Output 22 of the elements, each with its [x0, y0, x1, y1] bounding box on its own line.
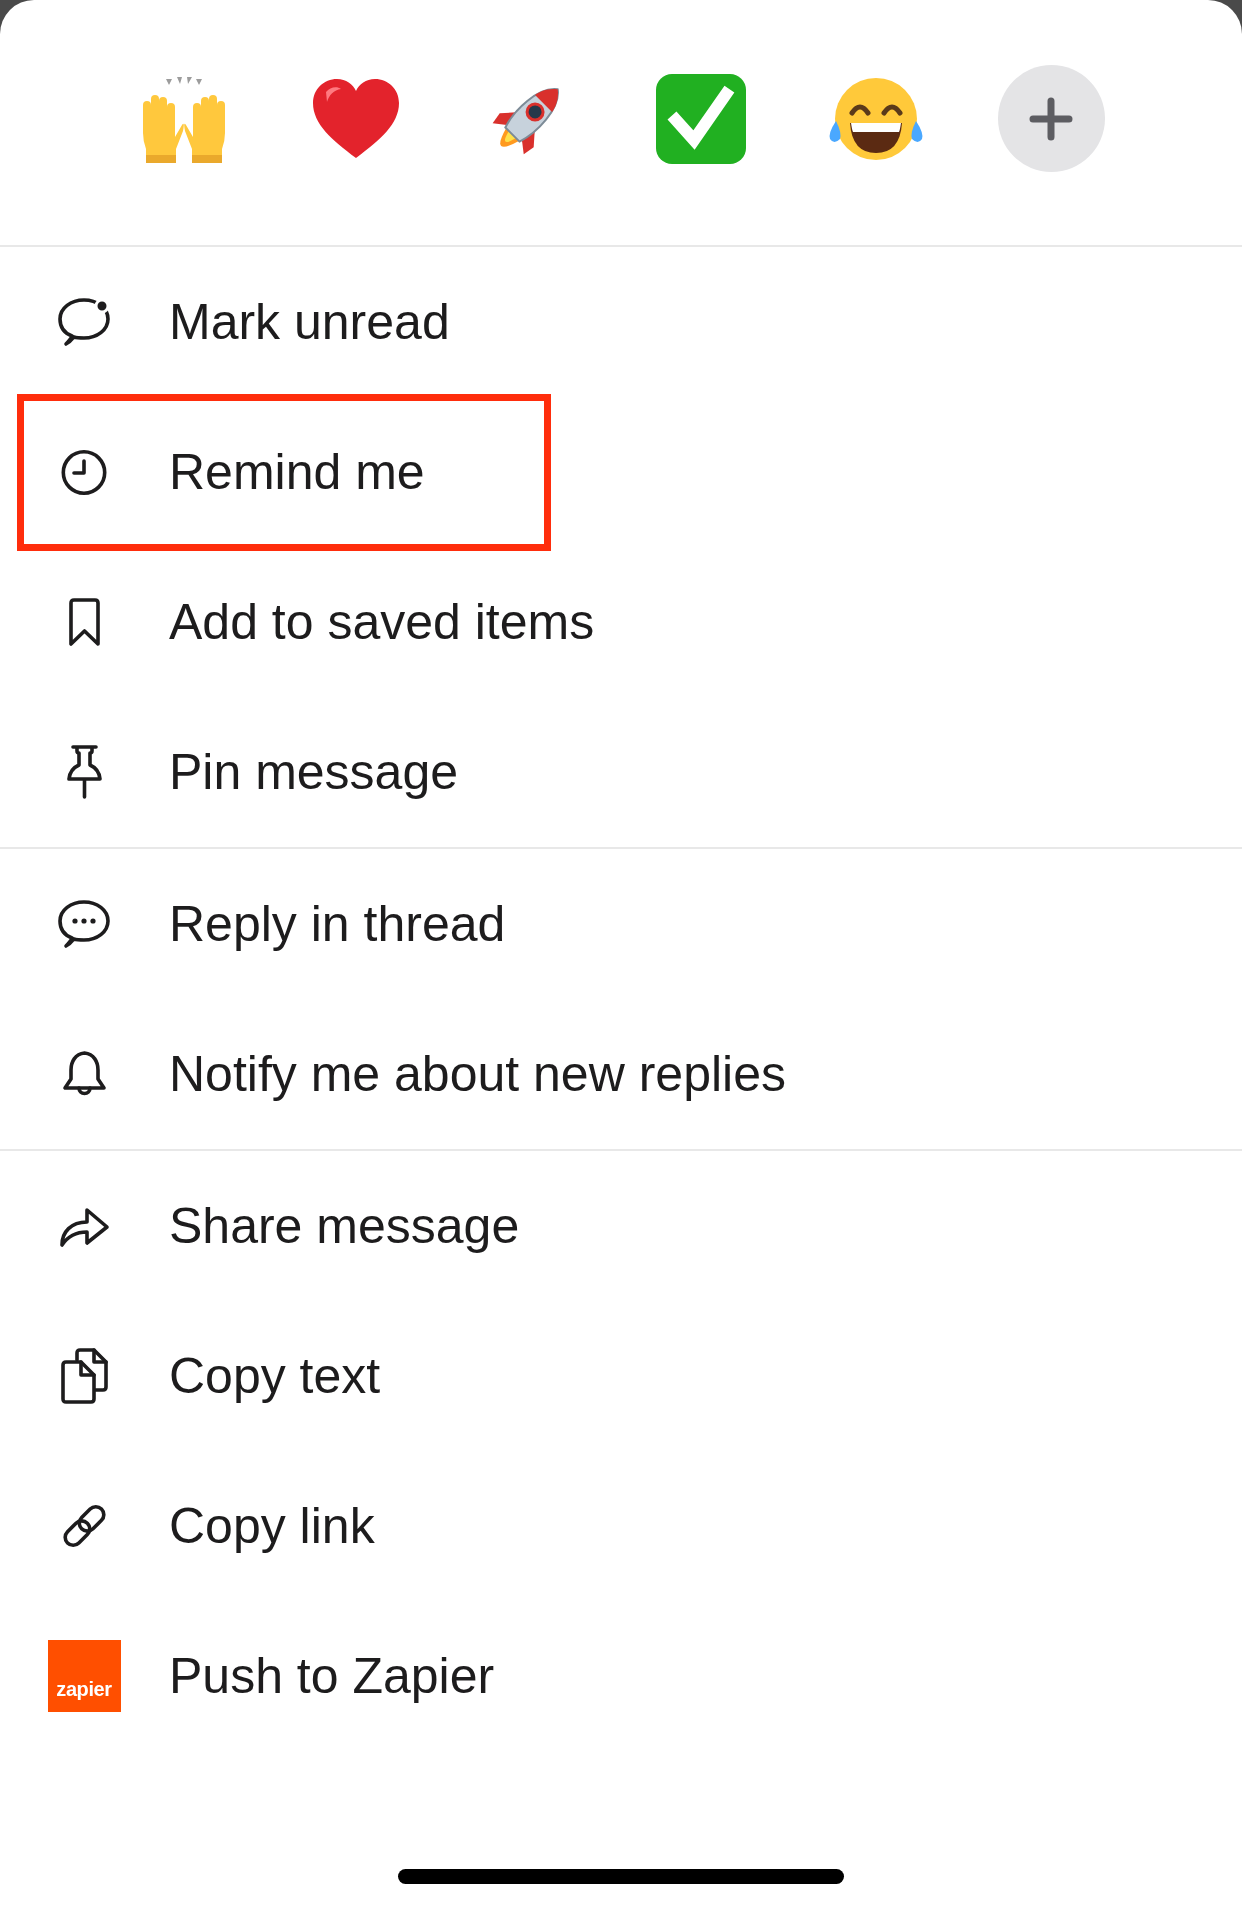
check-mark-icon[interactable]	[655, 73, 746, 164]
menu-item[interactable]: Remind me	[0, 397, 1242, 547]
heart-icon[interactable]	[311, 77, 400, 160]
bookmark-icon	[68, 598, 100, 646]
speech-bubble-dots-icon	[58, 900, 110, 948]
menu-item[interactable]: zapier Push to Zapier	[0, 1601, 1242, 1751]
share-arrow-icon	[59, 1205, 109, 1247]
menu-item[interactable]: Share message	[0, 1151, 1242, 1301]
app-logo: zapier	[47, 1640, 121, 1712]
menu-item[interactable]: Copy link	[0, 1451, 1242, 1601]
bell-icon	[62, 1051, 106, 1097]
menu-item[interactable]: Add to saved items	[0, 547, 1242, 697]
clock-icon	[61, 449, 107, 495]
menu-item[interactable]: Reply in thread	[0, 849, 1242, 999]
menu-item[interactable]: Notify me about new replies	[0, 999, 1242, 1149]
copy-icon	[60, 1348, 108, 1404]
plus-icon	[1029, 96, 1073, 141]
menu-item[interactable]: Pin message	[0, 697, 1242, 847]
laughing-face-icon[interactable]	[827, 76, 924, 161]
menu-item[interactable]: Mark unread	[0, 247, 1242, 397]
menu-item[interactable]: Copy text	[0, 1301, 1242, 1451]
pushpin-icon	[66, 745, 102, 799]
